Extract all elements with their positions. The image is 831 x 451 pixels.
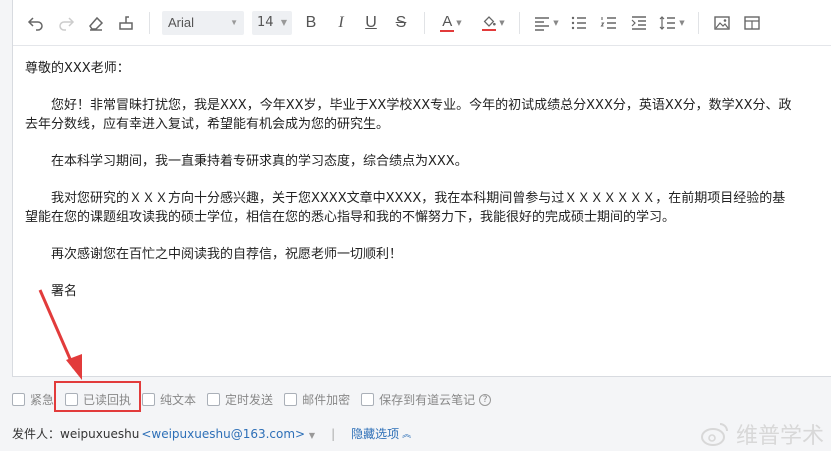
sender-name: weipuxueshu bbox=[60, 426, 140, 441]
option-plain-text-label: 纯文本 bbox=[160, 393, 197, 407]
annotation-arrow bbox=[38, 289, 82, 380]
chevron-down-icon: ▼ bbox=[553, 18, 559, 27]
letter-greeting: 尊敬的XXX老师： bbox=[25, 61, 130, 76]
chevron-down-icon: ▼ bbox=[679, 18, 685, 27]
highlight-color-button[interactable]: ▼ bbox=[475, 8, 511, 38]
letter-paragraph-4: 再次感谢您在百忙之中阅读我的自荐信，祝愿老师一切顺利！ bbox=[51, 247, 403, 262]
option-urgent[interactable]: 紧急 bbox=[12, 391, 54, 408]
option-save-note[interactable]: 保存到有道云笔记 bbox=[361, 391, 475, 408]
chevron-down-icon: ▼ bbox=[499, 18, 505, 27]
redo-button[interactable] bbox=[51, 8, 81, 38]
toolbar-divider bbox=[149, 11, 150, 34]
indent-icon bbox=[631, 15, 646, 30]
option-urgent-label: 紧急 bbox=[30, 393, 55, 407]
letter-paragraph-2: 在本科学习期间，我一直秉持着专研求真的学习态度，综合绩点为XXX。 bbox=[51, 154, 468, 169]
font-color-icon: A bbox=[440, 12, 455, 32]
strikethrough-button[interactable]: S bbox=[386, 8, 416, 38]
bold-button[interactable]: B bbox=[296, 8, 326, 38]
format-painter-icon bbox=[119, 15, 133, 30]
image-icon bbox=[714, 15, 730, 30]
sender-row: 发件人： weipuxueshu <weipuxueshu@163.com> ▼… bbox=[12, 425, 411, 442]
italic-button[interactable]: I bbox=[326, 8, 356, 38]
mail-body[interactable]: 尊敬的XXX老师： 您好！非常冒昧打扰您，我是XXX，今年XX岁，毕业于XX学校… bbox=[13, 46, 831, 319]
hide-options-link[interactable]: 隐藏选项 ︽ bbox=[351, 425, 411, 442]
align-button[interactable]: ▼ bbox=[528, 8, 564, 38]
letter-paragraph-3-line-2: 望能在您的课题组攻读我的硕士学位，相信在您的悉心指导和我的不懈努力下，我能很好的… bbox=[25, 210, 676, 225]
underline-button[interactable]: U bbox=[356, 8, 386, 38]
chevron-down-icon: ▼ bbox=[230, 18, 238, 27]
font-size-value: 14 bbox=[257, 15, 274, 30]
option-scheduled-send[interactable]: 定时发送 bbox=[207, 391, 273, 408]
chevron-down-icon: ▼ bbox=[308, 430, 316, 440]
numbered-list-icon bbox=[600, 16, 616, 29]
insert-table-button[interactable] bbox=[737, 8, 767, 38]
plain-text-checkbox[interactable] bbox=[142, 393, 156, 406]
chevron-up-icon: ︽ bbox=[402, 430, 412, 440]
format-painter-button[interactable] bbox=[111, 8, 141, 38]
sender-email-select[interactable]: <weipuxueshu@163.com> ▼ bbox=[141, 427, 315, 441]
insert-image-button[interactable] bbox=[707, 8, 737, 38]
font-size-select[interactable]: 14 ▼ bbox=[252, 10, 292, 35]
bullet-list-icon bbox=[571, 16, 586, 29]
undo-icon bbox=[27, 16, 43, 31]
letter-paragraph-1-line-2: 去年分数线，应有幸进入复试，希望能有机会成为您的研究生。 bbox=[25, 117, 390, 132]
annotation-highlight-box bbox=[54, 381, 141, 412]
help-icon[interactable]: ? bbox=[479, 393, 492, 406]
underline-icon: U bbox=[365, 13, 377, 31]
font-family-value: Arial bbox=[168, 15, 195, 30]
letter-paragraph-1: 您好！非常冒昧打扰您，我是XXX，今年XX岁，毕业于XX学校XX专业。今年的初试… bbox=[25, 96, 831, 134]
toolbar-divider bbox=[519, 11, 520, 34]
letter-signature: 署名 bbox=[51, 284, 78, 299]
line-height-button[interactable]: ▼ bbox=[654, 8, 690, 38]
paint-bucket-icon bbox=[481, 15, 497, 31]
letter-paragraph-3: 我对您研究的ＸＸＸ方向十分感兴趣，关于您XXXX文章中XXXX，我在本科期间曾参… bbox=[25, 189, 831, 227]
strikethrough-icon: S bbox=[395, 13, 407, 31]
encrypt-checkbox[interactable] bbox=[284, 393, 298, 406]
toolbar-divider bbox=[424, 11, 425, 34]
sender-label: 发件人： bbox=[12, 427, 61, 441]
option-encrypt[interactable]: 邮件加密 bbox=[284, 391, 350, 408]
font-color-button[interactable]: A ▼ bbox=[433, 8, 469, 38]
font-family-select[interactable]: Arial ▼ bbox=[162, 10, 244, 35]
option-scheduled-send-label: 定时发送 bbox=[225, 393, 274, 407]
option-plain-text[interactable]: 纯文本 bbox=[142, 391, 196, 408]
mail-editor: Arial ▼ 14 ▼ B I U S A ▼ ▼ ▼ ▼ 尊敬的XXX老师：… bbox=[12, 0, 831, 377]
toolbar-divider bbox=[698, 11, 699, 34]
chevron-down-icon: ▼ bbox=[456, 18, 462, 27]
numbered-list-button[interactable] bbox=[594, 8, 624, 38]
chevron-down-icon: ▼ bbox=[280, 18, 287, 27]
option-save-note-label: 保存到有道云笔记 bbox=[379, 393, 476, 407]
clear-format-button[interactable] bbox=[81, 8, 111, 38]
eraser-icon bbox=[89, 16, 104, 31]
letter-paragraph-3-line-1: 我对您研究的ＸＸＸ方向十分感兴趣，关于您XXXX文章中XXXX，我在本科期间曾参… bbox=[51, 191, 786, 206]
italic-icon: I bbox=[338, 13, 344, 31]
align-left-icon bbox=[535, 16, 550, 31]
save-note-checkbox[interactable] bbox=[361, 393, 375, 406]
format-toolbar: Arial ▼ 14 ▼ B I U S A ▼ ▼ ▼ ▼ bbox=[13, 0, 831, 46]
watermark: 维普学术 bbox=[700, 418, 824, 450]
line-height-icon bbox=[659, 15, 676, 30]
bullet-list-button[interactable] bbox=[564, 8, 594, 38]
option-encrypt-label: 邮件加密 bbox=[302, 393, 351, 407]
scheduled-send-checkbox[interactable] bbox=[207, 393, 221, 406]
sender-divider: | bbox=[331, 426, 336, 441]
redo-icon bbox=[59, 16, 75, 31]
undo-button[interactable] bbox=[21, 8, 51, 38]
watermark-text: 维普学术 bbox=[736, 424, 825, 449]
table-icon bbox=[744, 15, 760, 30]
letter-paragraph-1-line-1: 您好！非常冒昧打扰您，我是XXX，今年XX岁，毕业于XX学校XX专业。今年的初试… bbox=[51, 98, 792, 113]
indent-button[interactable] bbox=[624, 8, 654, 38]
urgent-checkbox[interactable] bbox=[12, 393, 25, 406]
bold-icon: B bbox=[305, 13, 317, 31]
weibo-logo-icon bbox=[701, 423, 728, 446]
